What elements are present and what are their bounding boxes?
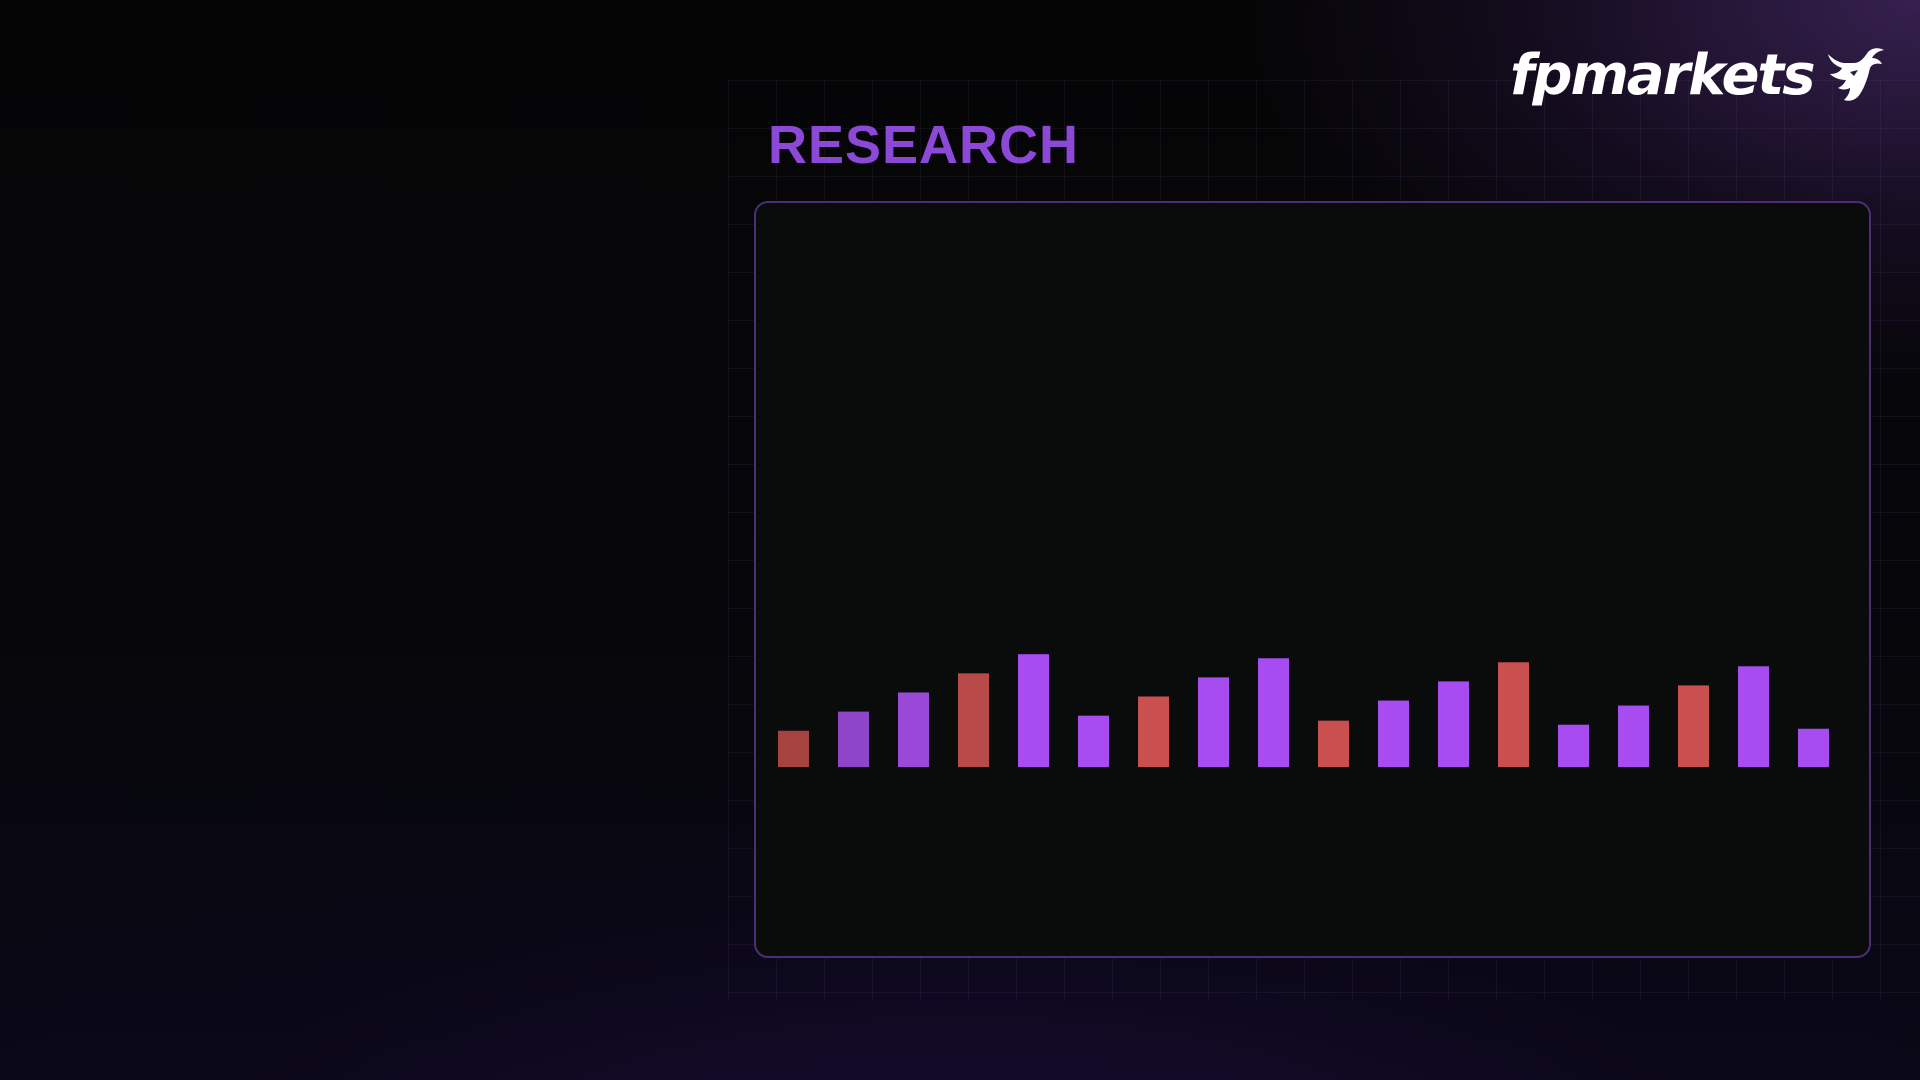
bar-18: [1798, 728, 1829, 767]
brand-name: fpmarkets: [1510, 43, 1816, 108]
bar-8: [1198, 677, 1229, 767]
bar-3: [898, 692, 929, 767]
brand-logo: fpmarkets: [1510, 36, 1888, 116]
research-slide: fpmarkets RESEARCH: [0, 0, 1920, 1080]
bar-5: [1018, 654, 1049, 767]
bar-15: [1618, 705, 1649, 767]
bar-1: [778, 730, 809, 767]
bar-11: [1378, 700, 1409, 767]
bar-6: [1078, 715, 1109, 767]
page-title: RESEARCH: [768, 115, 1080, 175]
bar-17: [1738, 666, 1769, 767]
bar-13: [1498, 662, 1529, 767]
bar-10: [1318, 720, 1349, 767]
bar-2: [838, 711, 869, 767]
bar-4: [958, 673, 989, 767]
bull-head-icon: [1827, 48, 1884, 101]
bar-12: [1438, 681, 1469, 767]
bar-9: [1258, 658, 1289, 767]
bar-chart: [778, 654, 1829, 767]
bar-7: [1138, 696, 1169, 767]
bar-16: [1678, 685, 1709, 767]
bar-14: [1558, 724, 1589, 767]
chart-panel: [754, 201, 1871, 958]
